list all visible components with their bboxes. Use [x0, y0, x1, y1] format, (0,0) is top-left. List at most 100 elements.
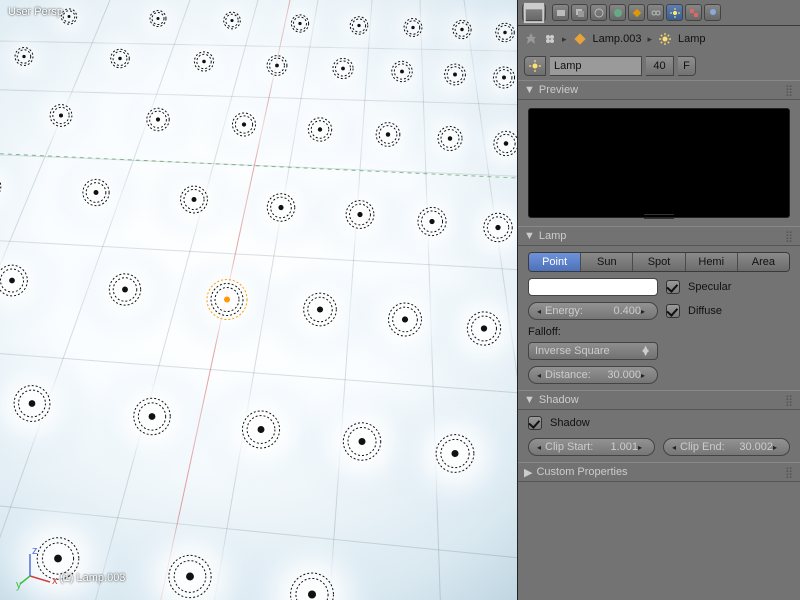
lamp-object[interactable] — [340, 195, 380, 238]
decrement-arrow-icon[interactable]: ◂ — [672, 443, 680, 452]
lamp-object[interactable] — [488, 125, 517, 164]
shadow-checkbox[interactable] — [528, 416, 542, 430]
lamp-object[interactable] — [128, 392, 176, 443]
dropdown-arrows-icon: ▲▼ — [640, 347, 651, 355]
lamp-object[interactable] — [261, 188, 301, 231]
specular-checkbox[interactable] — [666, 280, 680, 294]
increment-arrow-icon[interactable]: ▸ — [641, 371, 649, 380]
lamp-object[interactable] — [430, 429, 480, 482]
lamp-object[interactable] — [412, 201, 452, 244]
lamp-object[interactable] — [439, 58, 472, 94]
breadcrumb: ▸ Lamp.003 ▸ Lamp — [518, 26, 800, 52]
context-data-icon[interactable] — [666, 4, 683, 21]
lamp-object[interactable] — [447, 14, 477, 47]
lamp-object[interactable] — [163, 549, 217, 600]
lamp-object[interactable] — [175, 180, 214, 222]
panel-header-lamp[interactable]: ▼ Lamp ⣿ — [518, 226, 800, 246]
lamp-object[interactable] — [0, 259, 33, 305]
lamp-object[interactable] — [261, 50, 293, 85]
lamp-object[interactable] — [344, 11, 374, 44]
panel-grip-icon[interactable]: ⣿ — [785, 84, 794, 97]
lamp-object[interactable] — [103, 268, 146, 314]
lamp-object[interactable] — [370, 117, 406, 156]
lamp-object[interactable] — [188, 46, 219, 80]
lamp-object[interactable] — [9, 42, 39, 75]
lamp-object[interactable] — [8, 380, 56, 431]
increment-arrow-icon[interactable]: ▸ — [773, 443, 781, 452]
lamp-object[interactable] — [386, 55, 418, 90]
context-constraints-icon[interactable] — [647, 4, 664, 21]
lamp-object[interactable] — [141, 102, 175, 139]
lamp-type-selector: PointSunSpotHemiArea — [528, 252, 790, 272]
panel-header-shadow[interactable]: ▼ Shadow ⣿ — [518, 390, 800, 410]
decrement-arrow-icon[interactable]: ◂ — [537, 307, 545, 316]
breadcrumb-data[interactable]: Lamp — [678, 33, 706, 45]
context-texture-icon[interactable] — [685, 4, 702, 21]
breadcrumb-object[interactable]: Lamp.003 — [593, 33, 642, 45]
diffuse-checkbox[interactable] — [666, 304, 680, 318]
diffuse-label: Diffuse — [688, 305, 722, 317]
decrement-arrow-icon[interactable]: ◂ — [537, 443, 545, 452]
distance-field[interactable]: ◂ Distance: 30.000 ▸ — [528, 366, 658, 384]
panel-title: Lamp — [539, 230, 567, 242]
lamp-object[interactable] — [478, 207, 517, 250]
lamp-object[interactable] — [383, 297, 428, 345]
lamp-object[interactable] — [398, 13, 428, 46]
context-world-icon[interactable] — [609, 4, 626, 21]
panel-header-custom-properties[interactable]: ▶ Custom Properties ⣿ — [518, 462, 800, 482]
lamp-type-sun[interactable]: Sun — [580, 253, 632, 271]
object-cube-icon — [573, 32, 587, 46]
lamp-object[interactable] — [0, 168, 7, 209]
clip-start-field[interactable]: ◂ Clip Start: 1.001 ▸ — [528, 438, 655, 456]
clip-end-field[interactable]: ◂ Clip End: 30.002 ▸ — [663, 438, 790, 456]
lamp-object[interactable] — [44, 99, 78, 136]
editor-type-dropdown[interactable] — [522, 4, 546, 21]
lamp-object[interactable] — [105, 43, 136, 77]
increment-arrow-icon[interactable]: ▸ — [638, 443, 646, 452]
context-object-icon[interactable] — [628, 4, 645, 21]
context-render-icon[interactable] — [552, 4, 569, 21]
lamp-type-point[interactable]: Point — [529, 253, 580, 271]
context-scene-icon[interactable] — [590, 4, 607, 21]
lamp-object[interactable] — [461, 306, 506, 354]
lamp-object[interactable] — [285, 567, 340, 600]
decrement-arrow-icon[interactable]: ◂ — [537, 371, 545, 380]
lamp-object[interactable] — [302, 112, 337, 150]
lamp-object-selected[interactable] — [205, 278, 249, 325]
fake-user-button[interactable]: F — [678, 56, 696, 76]
context-layers-icon[interactable] — [571, 4, 588, 21]
lamp-object[interactable] — [77, 173, 115, 214]
falloff-dropdown[interactable]: Inverse Square ▲▼ — [528, 342, 658, 360]
lamp-object[interactable] — [490, 17, 517, 51]
increment-arrow-icon[interactable]: ▸ — [641, 307, 649, 316]
pin-icon[interactable] — [524, 32, 538, 46]
datablock-browse-button[interactable] — [524, 56, 546, 76]
panel-grip-icon[interactable]: ⣿ — [785, 394, 794, 407]
panel-grip-icon[interactable]: ⣿ — [785, 466, 794, 479]
lamp-object[interactable] — [226, 107, 261, 145]
lamp-object[interactable] — [432, 121, 468, 160]
panel-grip-icon[interactable]: ⣿ — [785, 230, 794, 243]
datablock-name-input[interactable] — [550, 56, 642, 76]
datablock-browse-icon[interactable] — [544, 33, 556, 45]
3d-viewport[interactable]: User Persp (1) Lamp.003 x y z — [0, 0, 517, 600]
lamp-type-area[interactable]: Area — [737, 253, 789, 271]
lamp-type-hemi[interactable]: Hemi — [685, 253, 737, 271]
panel-header-preview[interactable]: ▼ Preview ⣿ — [518, 80, 800, 100]
chevron-icon: ▸ — [562, 34, 567, 45]
lamp-type-spot[interactable]: Spot — [632, 253, 684, 271]
lamp-color-field[interactable] — [528, 278, 658, 296]
lamp-object[interactable] — [285, 9, 314, 41]
lamp-object[interactable] — [298, 287, 343, 335]
lamp-object[interactable] — [144, 5, 172, 36]
datablock-users[interactable]: 40 — [646, 56, 674, 76]
lamp-object[interactable] — [327, 52, 359, 87]
lamp-object[interactable] — [218, 6, 247, 38]
lamp-object[interactable] — [236, 405, 285, 457]
lamp-object[interactable] — [337, 417, 386, 469]
lamp-object[interactable] — [487, 61, 517, 97]
preview-resize-handle[interactable] — [644, 214, 674, 219]
context-physics-icon[interactable] — [704, 4, 721, 21]
preview-render[interactable] — [528, 108, 790, 218]
energy-field[interactable]: ◂ Energy: 0.400 ▸ — [528, 302, 658, 320]
